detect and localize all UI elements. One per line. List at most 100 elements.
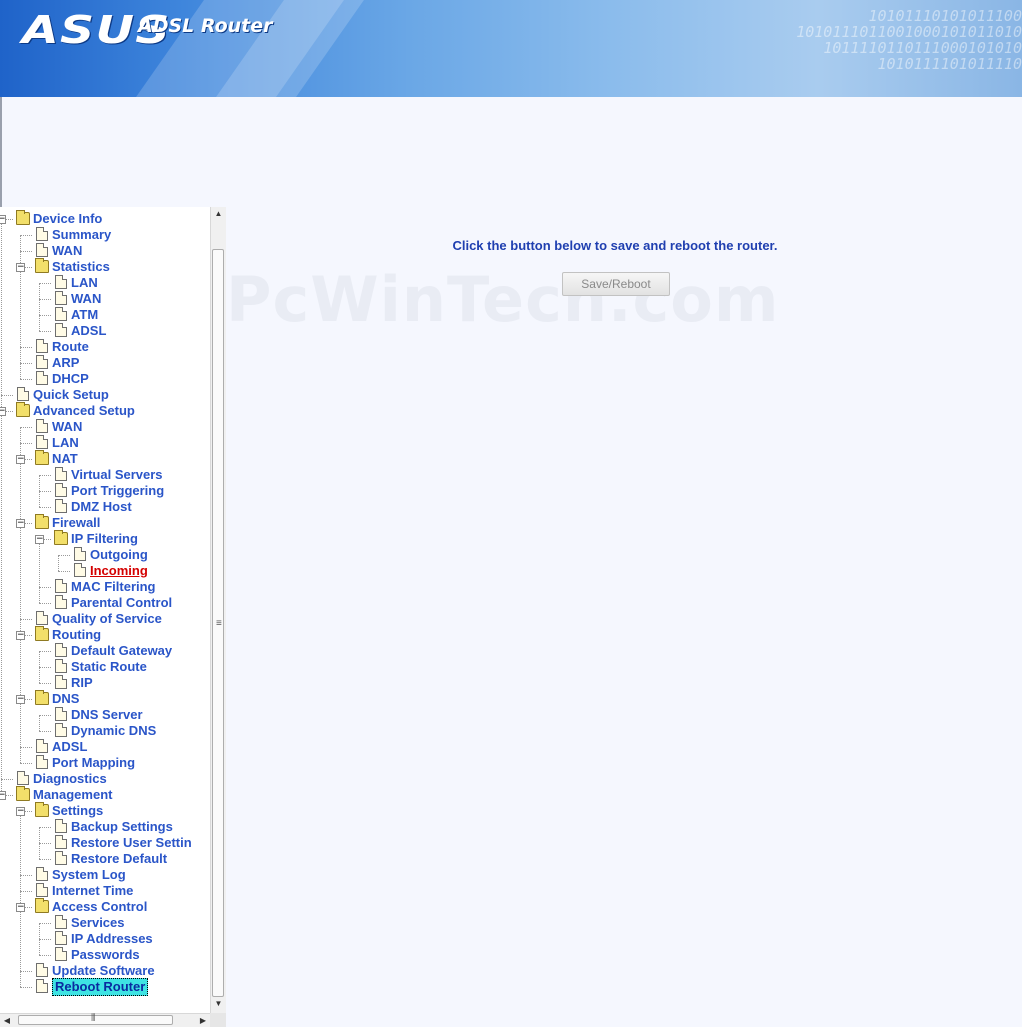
tree-item-label[interactable]: Incoming	[90, 563, 148, 579]
tree-item-label[interactable]: Static Route	[71, 659, 147, 675]
tree-item-label[interactable]: Services	[71, 915, 125, 931]
tree-item-label[interactable]: Routing	[52, 627, 101, 643]
tree-item-management[interactable]: − Management	[0, 786, 210, 803]
scrollbar-thumb[interactable]: ≡	[212, 249, 224, 997]
tree-item-rip[interactable]: RIP	[0, 675, 210, 691]
collapse-toggle-icon[interactable]: −	[16, 807, 25, 816]
tree-item-label[interactable]: Advanced Setup	[33, 403, 135, 419]
tree-item-label[interactable]: Outgoing	[90, 547, 148, 563]
tree-item-label[interactable]: WAN	[71, 291, 101, 307]
tree-item-arp[interactable]: ARP	[0, 355, 210, 371]
collapse-toggle-icon[interactable]: −	[0, 215, 6, 224]
tree-item-ip-filtering[interactable]: − IP Filtering	[0, 530, 210, 547]
collapse-toggle-icon[interactable]: −	[16, 631, 25, 640]
tree-item-label[interactable]: LAN	[52, 435, 79, 451]
tree-item-label[interactable]: Statistics	[52, 259, 110, 275]
tree-item-mac-filtering[interactable]: MAC Filtering	[0, 579, 210, 595]
scroll-down-icon[interactable]: ▼	[211, 997, 226, 1011]
tree-item-label[interactable]: IP Addresses	[71, 931, 153, 947]
tree-item-label[interactable]: NAT	[52, 451, 78, 467]
tree-item-label[interactable]: Port Mapping	[52, 755, 135, 771]
tree-item-passwords[interactable]: Passwords	[0, 947, 210, 963]
tree-item-label[interactable]: Quick Setup	[33, 387, 109, 403]
tree-item-route[interactable]: Route	[0, 339, 210, 355]
tree-item-label[interactable]: Dynamic DNS	[71, 723, 156, 739]
tree-item-lan[interactable]: LAN	[0, 435, 210, 451]
tree-item-label[interactable]: IP Filtering	[71, 531, 138, 547]
tree-item-label[interactable]: Route	[52, 339, 89, 355]
tree-item-restore-default[interactable]: Restore Default	[0, 851, 210, 867]
tree-item-summary[interactable]: Summary	[0, 227, 210, 243]
collapse-toggle-icon[interactable]: −	[16, 903, 25, 912]
tree-item-label[interactable]: ATM	[71, 307, 98, 323]
tree-item-device-info[interactable]: − Device Info	[0, 210, 210, 227]
tree-item-system-log[interactable]: System Log	[0, 867, 210, 883]
tree-item-label[interactable]: RIP	[71, 675, 93, 691]
tree-item-label[interactable]: DMZ Host	[71, 499, 132, 515]
tree-item-label[interactable]: Summary	[52, 227, 111, 243]
tree-item-label[interactable]: Internet Time	[52, 883, 133, 899]
tree-item-restore-user-settin[interactable]: Restore User Settin	[0, 835, 210, 851]
tree-item-statistics[interactable]: − Statistics	[0, 258, 210, 275]
tree-item-label[interactable]: Settings	[52, 803, 103, 819]
tree-item-dhcp[interactable]: DHCP	[0, 371, 210, 387]
tree-item-label[interactable]: System Log	[52, 867, 126, 883]
tree-item-label[interactable]: Device Info	[33, 211, 102, 227]
tree-item-dns-server[interactable]: DNS Server	[0, 707, 210, 723]
tree-item-port-triggering[interactable]: Port Triggering	[0, 483, 210, 499]
tree-item-services[interactable]: Services	[0, 915, 210, 931]
tree-item-static-route[interactable]: Static Route	[0, 659, 210, 675]
tree-item-label[interactable]: Diagnostics	[33, 771, 107, 787]
tree-item-nat[interactable]: − NAT	[0, 450, 210, 467]
tree-item-backup-settings[interactable]: Backup Settings	[0, 819, 210, 835]
tree-item-label[interactable]: LAN	[71, 275, 98, 291]
tree-item-adsl[interactable]: ADSL	[0, 739, 210, 755]
tree-item-label[interactable]: DHCP	[52, 371, 89, 387]
scrollbar-thumb[interactable]: ⦀	[18, 1013, 173, 1025]
tree-item-label[interactable]: MAC Filtering	[71, 579, 156, 595]
tree-item-label[interactable]: Port Triggering	[71, 483, 164, 499]
tree-item-internet-time[interactable]: Internet Time	[0, 883, 210, 899]
vertical-scrollbar[interactable]: ▲ ≡ ▼	[210, 207, 226, 1013]
tree-item-label[interactable]: Restore User Settin	[71, 835, 192, 851]
tree-item-dmz-host[interactable]: DMZ Host	[0, 499, 210, 515]
scroll-right-icon[interactable]: ▶	[196, 1014, 210, 1027]
tree-item-label[interactable]: ARP	[52, 355, 79, 371]
tree-item-diagnostics[interactable]: Diagnostics	[0, 771, 210, 787]
tree-item-dynamic-dns[interactable]: Dynamic DNS	[0, 723, 210, 739]
tree-item-label[interactable]: Parental Control	[71, 595, 172, 611]
collapse-toggle-icon[interactable]: −	[0, 791, 6, 800]
tree-item-port-mapping[interactable]: Port Mapping	[0, 755, 210, 771]
tree-item-update-software[interactable]: Update Software	[0, 963, 210, 979]
horizontal-scrollbar[interactable]: ◀ ⦀ ▶	[0, 1013, 210, 1027]
tree-item-label[interactable]: Passwords	[71, 947, 140, 963]
collapse-toggle-icon[interactable]: −	[16, 263, 25, 272]
tree-item-virtual-servers[interactable]: Virtual Servers	[0, 467, 210, 483]
collapse-toggle-icon[interactable]: −	[16, 455, 25, 464]
tree-item-label[interactable]: Quality of Service	[52, 611, 162, 627]
collapse-toggle-icon[interactable]: −	[35, 535, 44, 544]
tree-item-lan[interactable]: LAN	[0, 275, 210, 291]
tree-item-outgoing[interactable]: Outgoing	[0, 547, 210, 563]
tree-item-advanced-setup[interactable]: − Advanced Setup	[0, 402, 210, 419]
tree-item-routing[interactable]: − Routing	[0, 626, 210, 643]
scroll-left-icon[interactable]: ◀	[0, 1014, 14, 1027]
collapse-toggle-icon[interactable]: −	[16, 695, 25, 704]
tree-item-label[interactable]: Restore Default	[71, 851, 167, 867]
tree-item-firewall[interactable]: − Firewall	[0, 514, 210, 531]
collapse-toggle-icon[interactable]: −	[16, 519, 25, 528]
tree-item-label[interactable]: Access Control	[52, 899, 147, 915]
tree-item-incoming[interactable]: Incoming	[0, 563, 210, 579]
tree-item-label[interactable]: Reboot Router	[52, 978, 149, 996]
tree-item-label[interactable]: DNS	[52, 691, 79, 707]
tree-item-label[interactable]: DNS Server	[71, 707, 143, 723]
tree-item-access-control[interactable]: − Access Control	[0, 898, 210, 915]
tree-item-parental-control[interactable]: Parental Control	[0, 595, 210, 611]
tree-item-label[interactable]: ADSL	[71, 323, 106, 339]
tree-item-reboot-router[interactable]: Reboot Router	[0, 978, 210, 996]
tree-item-quick-setup[interactable]: Quick Setup	[0, 387, 210, 403]
tree-item-wan[interactable]: WAN	[0, 419, 210, 435]
tree-item-wan[interactable]: WAN	[0, 291, 210, 307]
tree-item-ip-addresses[interactable]: IP Addresses	[0, 931, 210, 947]
tree-item-label[interactable]: Backup Settings	[71, 819, 173, 835]
